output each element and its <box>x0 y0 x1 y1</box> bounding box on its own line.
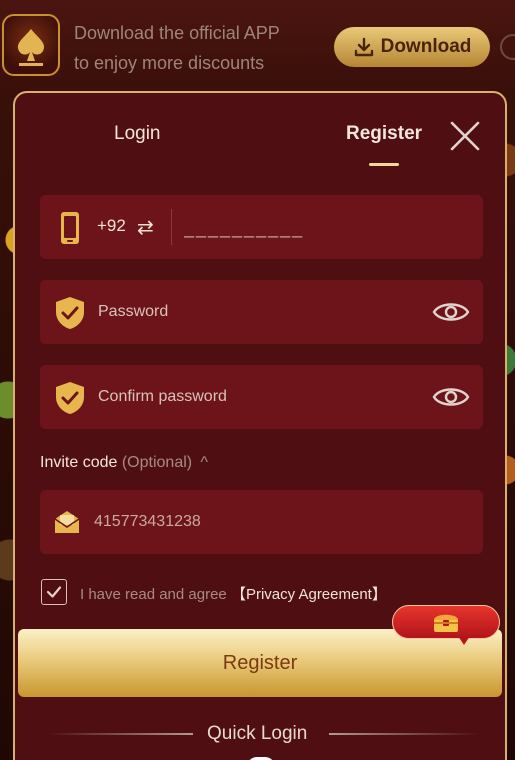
invite-label-text: Invite code <box>40 454 118 471</box>
gift-badge-tail <box>458 636 470 645</box>
download-label: Download <box>380 36 472 57</box>
agree-label: I have read and agree <box>80 586 227 603</box>
checkmark-icon <box>46 586 62 598</box>
agree-text: I have read and agree 【Privacy Agreement… <box>80 583 387 604</box>
swap-icon[interactable]: ⇄ <box>137 215 154 240</box>
register-button[interactable]: Register <box>18 629 502 697</box>
envelope-icon <box>54 511 80 533</box>
eye-icon[interactable] <box>432 297 470 327</box>
banner-line-2: to enjoy more discounts <box>74 53 265 73</box>
download-icon <box>354 37 373 57</box>
quick-login-label: Quick Login <box>207 723 308 744</box>
close-icon[interactable] <box>448 119 482 153</box>
tab-login[interactable]: Login <box>114 123 161 145</box>
active-tab-indicator <box>369 163 399 166</box>
password-field <box>40 280 483 344</box>
chevron-up-icon: ^ <box>200 454 209 471</box>
banner-line-1: Download the official APP <box>74 23 280 43</box>
invite-code-input[interactable] <box>94 508 394 536</box>
phone-icon <box>61 212 79 244</box>
confirm-password-field <box>40 365 483 429</box>
app-download-banner: Download the official APP to enjoy more … <box>0 0 515 92</box>
confirm-password-input[interactable] <box>98 383 398 411</box>
eye-icon[interactable] <box>432 382 470 412</box>
divider <box>329 733 479 735</box>
spade-logo-icon <box>2 14 60 76</box>
banner-close-icon[interactable] <box>500 34 515 60</box>
invite-optional-text: (Optional) <box>121 454 193 471</box>
phone-input[interactable] <box>184 215 364 241</box>
privacy-agreement-link[interactable]: 【Privacy Agreement】 <box>231 586 387 603</box>
invite-code-field <box>40 490 483 554</box>
banner-text: Download the official APP to enjoy more … <box>74 18 324 78</box>
divider <box>171 209 172 245</box>
tab-register[interactable]: Register <box>346 123 422 145</box>
divider <box>48 733 193 735</box>
phone-field: +92 ⇄ <box>40 195 483 259</box>
shield-check-icon <box>56 297 84 329</box>
password-input[interactable] <box>98 298 398 326</box>
shield-check-icon <box>56 382 84 414</box>
agree-checkbox[interactable] <box>41 579 67 605</box>
download-button[interactable]: Download <box>334 27 490 67</box>
invite-code-label[interactable]: Invite code (Optional) ^ <box>40 454 208 472</box>
gift-badge[interactable] <box>392 605 500 639</box>
register-modal: Login Register +92 ⇄ __________ Invite c… <box>13 91 507 760</box>
country-code[interactable]: +92 <box>97 216 126 236</box>
treasure-chest-icon <box>434 614 458 632</box>
